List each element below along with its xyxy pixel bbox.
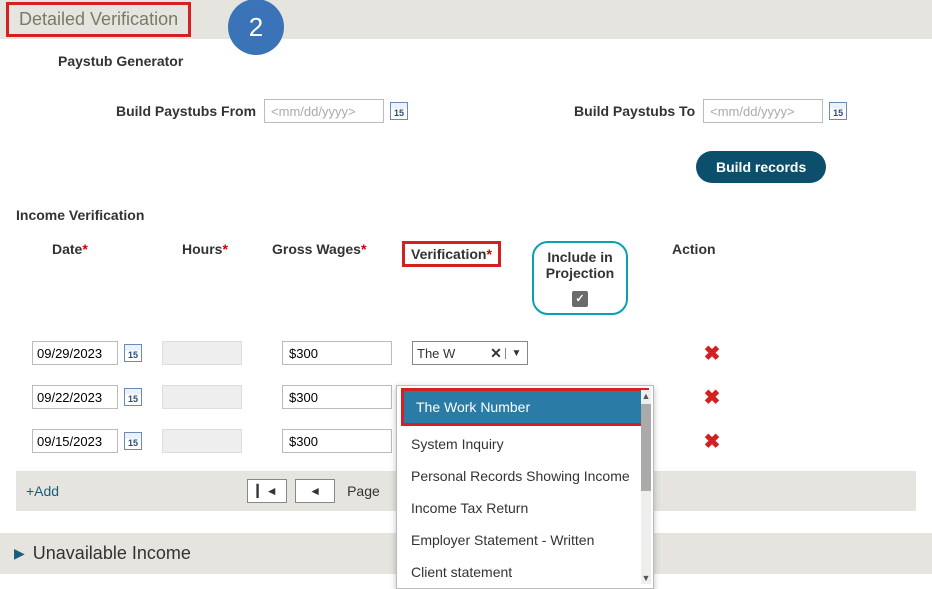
build-from-label: Build Paystubs From xyxy=(116,103,256,119)
accordion-label: Unavailable Income xyxy=(33,543,191,564)
build-from-input[interactable] xyxy=(264,99,384,123)
caret-right-icon: ▶ xyxy=(14,545,25,562)
date-input[interactable] xyxy=(32,385,118,409)
verification-dropdown[interactable]: The Work Number System Inquiry Personal … xyxy=(396,385,654,589)
calendar-icon[interactable]: 15 xyxy=(829,102,847,120)
dropdown-scrollbar[interactable]: ▲ ▼ xyxy=(641,390,651,584)
gross-wages-input[interactable] xyxy=(282,429,392,453)
add-row-link[interactable]: +Add xyxy=(26,483,59,499)
grid-header: Date* Hours* Gross Wages* Verification* … xyxy=(16,235,916,323)
delete-row-button[interactable]: ✖ xyxy=(662,385,762,410)
income-verification-title: Income Verification xyxy=(16,207,916,223)
calendar-icon[interactable]: 15 xyxy=(124,344,142,362)
calendar-icon[interactable]: 15 xyxy=(124,432,142,450)
date-input[interactable] xyxy=(32,429,118,453)
col-gross-wages: Gross Wages xyxy=(272,241,361,257)
calendar-icon[interactable]: 15 xyxy=(390,102,408,120)
dropdown-item[interactable]: The Work Number xyxy=(404,391,646,423)
dropdown-item[interactable]: Income Tax Return xyxy=(397,492,653,524)
delete-row-button[interactable]: ✖ xyxy=(662,341,762,366)
build-to-input[interactable] xyxy=(703,99,823,123)
build-records-button[interactable]: Build records xyxy=(696,151,826,183)
include-label: Include in Projection xyxy=(546,249,614,281)
calendar-icon[interactable]: 15 xyxy=(124,388,142,406)
include-checkbox-icon: ✓ xyxy=(572,291,588,307)
select-value: The W xyxy=(413,346,487,361)
col-date: Date xyxy=(52,241,82,257)
build-to-label: Build Paystubs To xyxy=(574,103,695,119)
table-row: 15 The W ✕ ▼ ✖ xyxy=(26,331,906,375)
dropdown-item[interactable]: Employer Statement - Written xyxy=(397,524,653,556)
chevron-down-icon[interactable]: ▼ xyxy=(505,348,527,359)
first-page-button[interactable]: ▎◄ xyxy=(247,479,287,503)
hours-input[interactable] xyxy=(162,341,242,365)
col-action: Action xyxy=(652,241,752,257)
step-badge: 2 xyxy=(228,0,284,55)
prev-page-button[interactable]: ◄ xyxy=(295,479,335,503)
content-area: 2 Paystub Generator Build Paystubs From … xyxy=(0,39,932,511)
delete-row-button[interactable]: ✖ xyxy=(662,429,762,454)
gross-wages-input[interactable] xyxy=(282,341,392,365)
date-input[interactable] xyxy=(32,341,118,365)
section-header: Detailed Verification xyxy=(6,2,191,37)
dropdown-item[interactable]: Client statement xyxy=(397,556,653,588)
dropdown-item[interactable]: Personal Records Showing Income xyxy=(397,460,653,492)
hours-input[interactable] xyxy=(162,385,242,409)
hours-input[interactable] xyxy=(162,429,242,453)
col-verification: Verification xyxy=(411,246,486,262)
page-label: Page xyxy=(343,483,380,499)
col-hours: Hours xyxy=(182,241,222,257)
paystub-generator-label: Paystub Generator xyxy=(58,53,916,69)
gross-wages-input[interactable] xyxy=(282,385,392,409)
verification-select[interactable]: The W ✕ ▼ xyxy=(412,341,528,365)
dropdown-item[interactable]: System Inquiry xyxy=(397,428,653,460)
clear-icon[interactable]: ✕ xyxy=(487,345,505,362)
col-include: Include in Projection ✓ xyxy=(532,241,628,315)
